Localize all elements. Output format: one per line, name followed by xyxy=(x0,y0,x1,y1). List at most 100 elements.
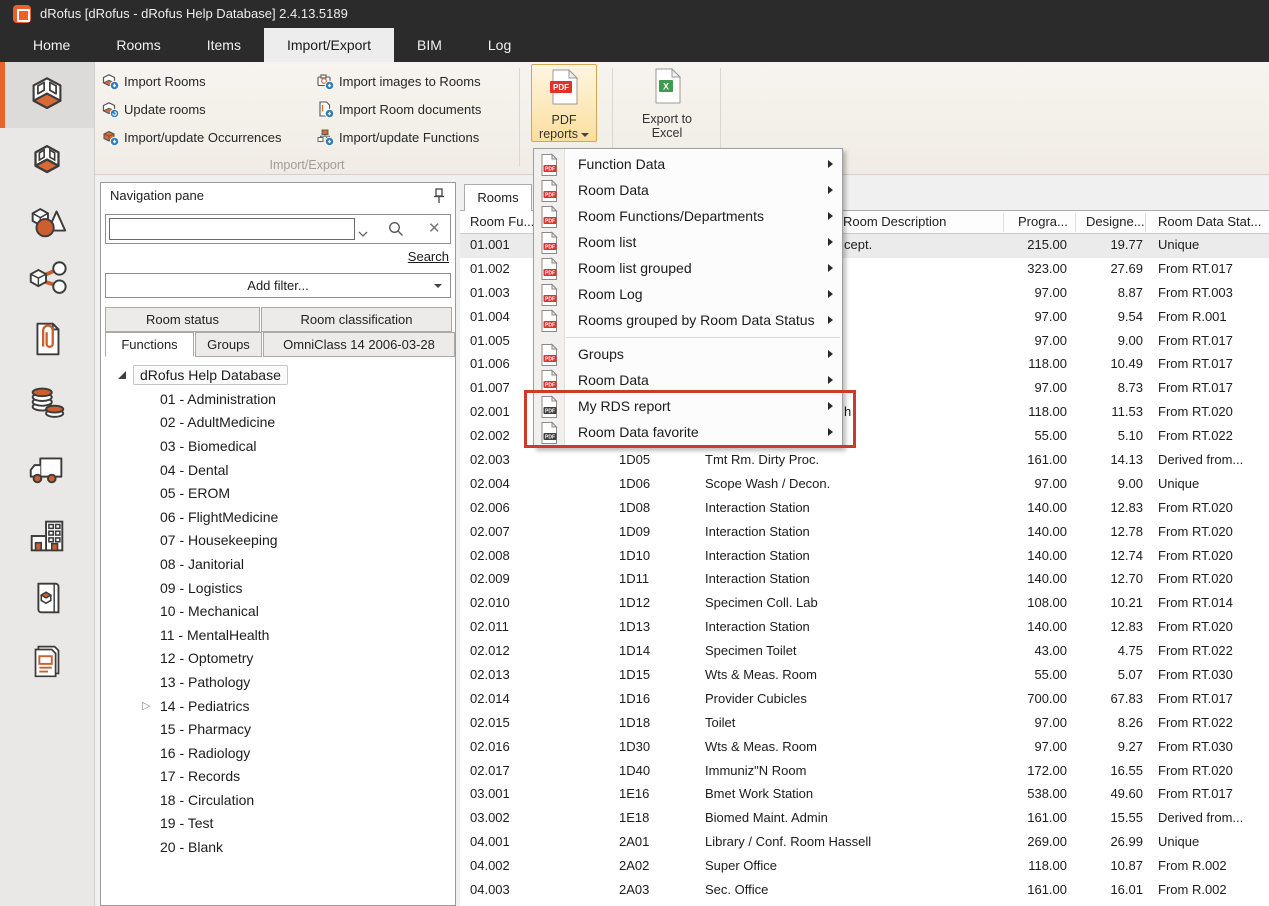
table-row[interactable]: 04.0022A02Super Office118.0010.87From R.… xyxy=(460,855,1269,879)
clear-search-icon[interactable]: ✕ xyxy=(428,219,441,237)
tree-item[interactable]: 05 - EROM xyxy=(102,481,454,505)
import-functions-button[interactable]: Import/update Functions xyxy=(316,126,481,148)
table-row[interactable]: 02.0121D14Specimen Toilet43.004.75From R… xyxy=(460,640,1269,664)
tree-item[interactable]: 20 - Blank xyxy=(102,835,454,859)
collapsed-arrow-icon[interactable]: ▷ xyxy=(142,699,150,712)
import-rooms-button[interactable]: Import Rooms xyxy=(101,70,282,92)
menu-item-room-data[interactable]: PDFRoom Data xyxy=(534,177,842,203)
table-cell: Provider Cubicles xyxy=(705,691,807,706)
filter-tab-room-status[interactable]: Room status xyxy=(105,307,260,332)
module-occurrences[interactable] xyxy=(0,250,94,308)
tree-item[interactable]: 04 - Dental xyxy=(102,458,454,482)
column-header-room-data-status[interactable]: Room Data Stat... xyxy=(1158,211,1261,233)
module-rooms[interactable] xyxy=(0,62,94,128)
column-separator[interactable] xyxy=(1003,213,1004,232)
filter-tab-omniclass-14-2006-03-28[interactable]: OmniClass 14 2006-03-28 xyxy=(263,332,455,357)
table-row[interactable]: 03.0011E16Bmet Work Station538.0049.60Fr… xyxy=(460,783,1269,807)
module-logistics[interactable] xyxy=(0,439,94,497)
table-row[interactable]: 02.0031D05Tmt Rm. Dirty Proc.161.0014.13… xyxy=(460,449,1269,473)
column-header-designed[interactable]: Designe... xyxy=(1086,211,1145,233)
table-row[interactable]: 04.0012A01Library / Conf. Room Hassell26… xyxy=(460,831,1269,855)
filter-tab-room-classification[interactable]: Room classification xyxy=(261,307,452,332)
search-icon[interactable] xyxy=(388,221,404,237)
column-separator[interactable] xyxy=(1075,213,1076,232)
tree-item[interactable]: 09 - Logistics xyxy=(102,576,454,600)
menu-item-room-functions-departments[interactable]: PDFRoom Functions/Departments xyxy=(534,203,842,229)
tree-item[interactable]: 15 - Pharmacy xyxy=(102,717,454,741)
table-row[interactable]: 03.0021E18Biomed Maint. Admin161.0015.55… xyxy=(460,807,1269,831)
menu-tab-home[interactable]: Home xyxy=(10,28,93,62)
tree-item[interactable]: 02 - AdultMedicine xyxy=(102,411,454,435)
module-catalog[interactable] xyxy=(0,569,94,627)
expanded-arrow-icon[interactable] xyxy=(118,371,126,379)
table-row[interactable]: 02.0151D18Toilet97.008.26From RT.022 xyxy=(460,712,1269,736)
tree-item[interactable]: 01 - Administration xyxy=(102,387,454,411)
filter-tab-groups[interactable]: Groups xyxy=(195,332,262,357)
module-items[interactable] xyxy=(0,192,94,250)
menu-item-rooms-grouped-by-room-data-status[interactable]: PDFRooms grouped by Room Data Status xyxy=(534,307,842,333)
table-row[interactable]: 04.0032A03Sec. Office161.0016.01From R.0… xyxy=(460,879,1269,903)
chevron-down-icon[interactable] xyxy=(358,225,368,233)
table-row[interactable]: 02.0131D15Wts & Meas. Room55.005.07From … xyxy=(460,664,1269,688)
tree-root[interactable]: dRofus Help Database xyxy=(102,363,454,387)
table-cell: 12.78 xyxy=(1060,524,1143,539)
update-rooms-button[interactable]: Update rooms xyxy=(101,98,282,120)
tree-item[interactable]: ▷14 - Pediatrics xyxy=(102,694,454,718)
table-row[interactable]: 02.0111D13Interaction Station140.0012.83… xyxy=(460,616,1269,640)
table-row[interactable]: 02.0171D40Immuniz"N Room172.0016.55From … xyxy=(460,760,1269,784)
import-occurrences-button[interactable]: Import/update Occurrences xyxy=(101,126,282,148)
search-input[interactable] xyxy=(109,218,355,240)
menu-item-function-data[interactable]: PDFFunction Data xyxy=(534,151,842,177)
tree-item[interactable]: 17 - Records xyxy=(102,765,454,789)
table-row[interactable]: 02.0101D12Specimen Coll. Lab108.0010.21F… xyxy=(460,592,1269,616)
table-row[interactable]: 02.0061D08Interaction Station140.0012.83… xyxy=(460,497,1269,521)
tab-rooms[interactable]: Rooms xyxy=(464,184,532,211)
search-link[interactable]: Search xyxy=(408,249,449,264)
column-header-room-description[interactable]: Room Description xyxy=(843,211,946,233)
tree-item[interactable]: 06 - FlightMedicine xyxy=(102,505,454,529)
menu-item-groups[interactable]: PDFGroups xyxy=(534,341,842,367)
column-header-programmed[interactable]: Progra... xyxy=(1018,211,1068,233)
table-row[interactable]: 02.0041D06Scope Wash / Decon.97.009.00Un… xyxy=(460,473,1269,497)
pin-icon[interactable] xyxy=(433,188,445,204)
menu-tab-rooms[interactable]: Rooms xyxy=(93,28,183,62)
menu-tab-bim[interactable]: BIM xyxy=(394,28,465,62)
tree-item[interactable]: 13 - Pathology xyxy=(102,670,454,694)
tree-item[interactable]: 12 - Optometry xyxy=(102,647,454,671)
menu-tab-items[interactable]: Items xyxy=(184,28,264,62)
table-row[interactable]: 02.0141D16Provider Cubicles700.0067.83Fr… xyxy=(460,688,1269,712)
tree-item[interactable]: 08 - Janitorial xyxy=(102,552,454,576)
tree-item[interactable]: 10 - Mechanical xyxy=(102,599,454,623)
table-row[interactable]: 02.0081D10Interaction Station140.0012.74… xyxy=(460,545,1269,569)
table-cell: 538.00 xyxy=(950,786,1067,801)
import-images-button[interactable]: Import images to Rooms xyxy=(316,70,481,92)
module-finance[interactable] xyxy=(0,372,94,430)
filter-tab-functions[interactable]: Functions xyxy=(105,332,194,357)
add-filter-dropdown[interactable]: Add filter... xyxy=(105,273,451,298)
menu-item-room-list-grouped[interactable]: PDFRoom list grouped xyxy=(534,255,842,281)
tree-root-label[interactable]: dRofus Help Database xyxy=(133,365,288,385)
column-header-room-function[interactable]: Room Fu... xyxy=(470,211,534,233)
module-rooms-alt[interactable] xyxy=(0,132,94,190)
module-buildings[interactable] xyxy=(0,507,94,565)
tree-item[interactable]: 11 - MentalHealth xyxy=(102,623,454,647)
menu-tab-import-export[interactable]: Import/Export xyxy=(264,28,394,62)
tree-item[interactable]: 07 - Housekeeping xyxy=(102,529,454,553)
table-row[interactable]: 02.0091D11Interaction Station140.0012.70… xyxy=(460,568,1269,592)
table-cell: Derived from... xyxy=(1158,452,1243,467)
menu-tab-log[interactable]: Log xyxy=(465,28,534,62)
export-to-excel-button[interactable]: X Export to Excel xyxy=(622,64,712,142)
table-row[interactable]: 02.0161D30Wts & Meas. Room97.009.27From … xyxy=(460,736,1269,760)
module-documents[interactable] xyxy=(0,310,94,368)
pdf-reports-button[interactable]: PDF PDF reports xyxy=(531,64,597,142)
column-separator[interactable] xyxy=(1145,213,1146,232)
tree-item[interactable]: 19 - Test xyxy=(102,812,454,836)
table-row[interactable]: 02.0071D09Interaction Station140.0012.78… xyxy=(460,521,1269,545)
import-documents-button[interactable]: Import Room documents xyxy=(316,98,481,120)
module-reports[interactable] xyxy=(0,632,94,690)
menu-item-room-log[interactable]: PDFRoom Log xyxy=(534,281,842,307)
tree-item[interactable]: 18 - Circulation xyxy=(102,788,454,812)
tree-item[interactable]: 16 - Radiology xyxy=(102,741,454,765)
tree-item[interactable]: 03 - Biomedical xyxy=(102,434,454,458)
menu-item-room-list[interactable]: PDFRoom list xyxy=(534,229,842,255)
